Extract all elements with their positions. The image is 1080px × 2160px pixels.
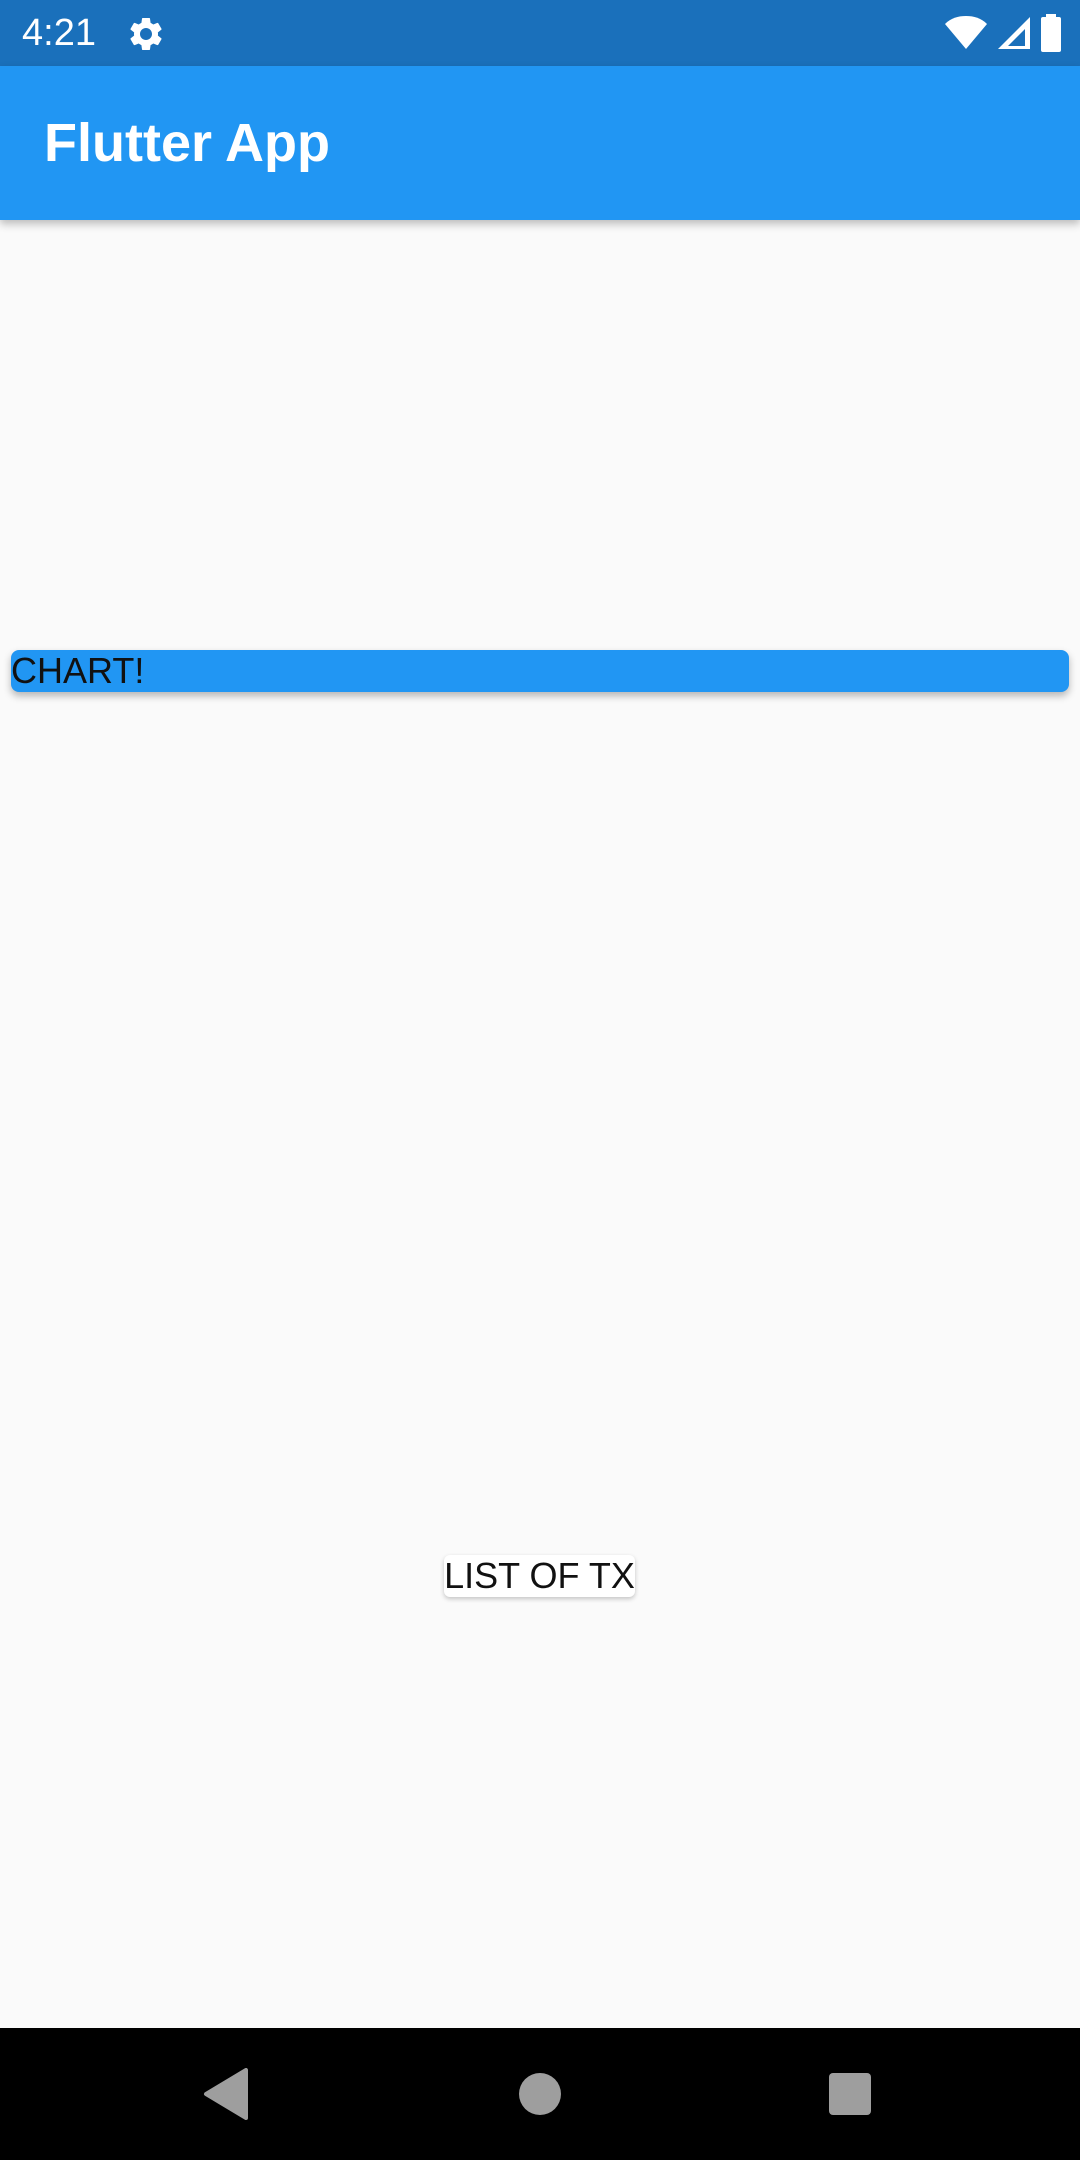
wifi-icon	[945, 16, 987, 49]
battery-icon	[1041, 14, 1061, 52]
home-icon	[519, 2073, 561, 2115]
status-icons	[944, 12, 1062, 54]
chart-label: CHART!	[11, 650, 145, 691]
transactions-list-card: LIST OF TX	[444, 1555, 635, 1597]
navigation-bar	[0, 2028, 1080, 2160]
recents-button[interactable]	[816, 2060, 884, 2128]
app-title: Flutter App	[44, 113, 330, 173]
back-icon	[204, 2068, 248, 2120]
main-content: CHART! LIST OF TX	[0, 220, 1080, 2028]
status-bar: 4:21	[0, 0, 1080, 66]
status-time: 4:21	[22, 12, 96, 54]
list-label: LIST OF TX	[444, 1555, 635, 1596]
chart-card: CHART!	[11, 650, 1069, 692]
home-button[interactable]	[506, 2060, 574, 2128]
recents-icon	[829, 2073, 871, 2115]
back-button[interactable]	[192, 2060, 260, 2128]
app-bar: Flutter App	[0, 66, 1080, 220]
cellular-signal-icon	[998, 17, 1030, 49]
settings-gear-icon	[130, 17, 162, 50]
